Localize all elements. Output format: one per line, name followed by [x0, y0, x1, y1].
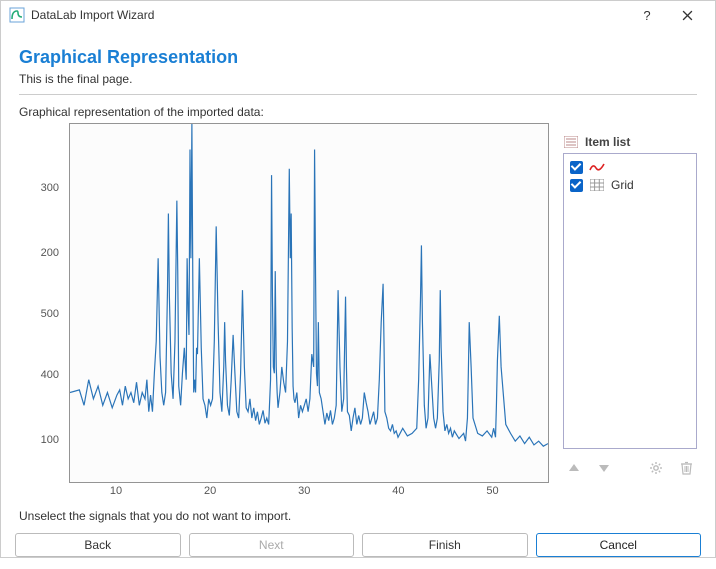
- signal-icon: [589, 160, 605, 174]
- list-item-label: Grid: [611, 178, 634, 192]
- wizard-buttons: Back Next Finish Cancel: [1, 523, 715, 569]
- item-list: Grid: [563, 153, 697, 449]
- move-down-button[interactable]: [593, 457, 615, 479]
- move-up-button[interactable]: [563, 457, 585, 479]
- help-button[interactable]: ?: [627, 1, 667, 29]
- delete-button[interactable]: [675, 457, 697, 479]
- cancel-button[interactable]: Cancel: [536, 533, 702, 557]
- window-title: DataLab Import Wizard: [31, 8, 627, 22]
- app-icon: [9, 7, 25, 23]
- y-tick-label: 300: [41, 182, 59, 194]
- item-list-title: Item list: [585, 135, 630, 149]
- chart-area: 300 200 500 400 100 10 20 30 40 50: [19, 123, 549, 503]
- page-subheading: This is the final page.: [19, 72, 697, 95]
- back-button[interactable]: Back: [15, 533, 181, 557]
- footer-label: Unselect the signals that you do not wan…: [19, 509, 697, 523]
- list-item[interactable]: Grid: [568, 176, 692, 194]
- next-button: Next: [189, 533, 355, 557]
- y-tick-label: 100: [41, 434, 59, 446]
- x-tick-label: 10: [110, 485, 122, 497]
- list-icon: [563, 135, 579, 149]
- chart-plot[interactable]: [69, 123, 549, 483]
- checkbox[interactable]: [570, 161, 583, 174]
- y-tick-label: 200: [41, 247, 59, 259]
- x-tick-label: 50: [486, 485, 498, 497]
- titlebar: DataLab Import Wizard ?: [1, 1, 715, 29]
- item-list-header: Item list: [563, 135, 697, 149]
- close-button[interactable]: [667, 1, 707, 29]
- grid-icon: [589, 178, 605, 192]
- chart-label: Graphical representation of the imported…: [19, 105, 697, 119]
- checkbox[interactable]: [570, 179, 583, 192]
- finish-button[interactable]: Finish: [362, 533, 528, 557]
- settings-button[interactable]: [645, 457, 667, 479]
- page-heading: Graphical Representation: [19, 47, 697, 68]
- y-tick-label: 500: [41, 308, 59, 320]
- x-tick-label: 40: [392, 485, 404, 497]
- x-tick-label: 20: [204, 485, 216, 497]
- list-item[interactable]: [568, 158, 692, 176]
- x-tick-label: 30: [298, 485, 310, 497]
- y-tick-label: 400: [41, 369, 59, 381]
